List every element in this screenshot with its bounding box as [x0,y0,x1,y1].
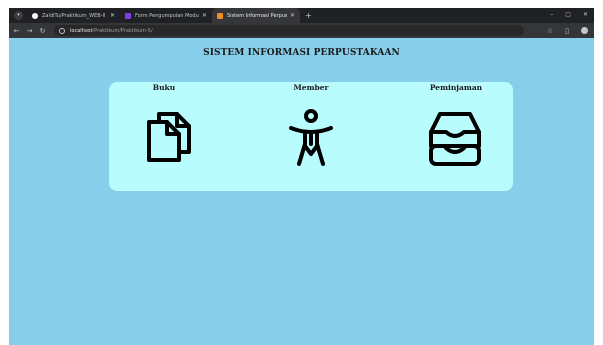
site-info-icon[interactable] [59,27,65,34]
window-controls: – ▢ ✕ [550,11,588,18]
page-viewport: SISTEM INFORMASI PERPUSTAKAAN Buku Membe… [9,38,594,345]
github-icon [32,12,38,19]
menu-item-member[interactable]: Member [256,82,366,191]
form-icon [125,12,131,19]
close-icon[interactable]: ✕ [110,12,115,19]
browser-toolbar: ← → ↻ localhost /Praktikum/Praktikum-5/ … [9,23,594,38]
site-icon [217,12,223,19]
address-bar[interactable]: localhost /Praktikum/Praktikum-5/ [54,25,524,36]
close-icon[interactable]: ✕ [202,12,207,19]
new-tab-button[interactable]: + [305,11,312,20]
reload-icon[interactable]: ↻ [37,27,48,35]
person-icon [289,109,333,166]
forward-arrow-icon[interactable]: → [24,27,35,35]
tab-title: ZaldiTu/Praktikum_WEB-II [42,12,106,19]
tab-form[interactable]: Form Pengumpulan Modul 5 (P... ✕ [120,8,212,23]
tab-title: Form Pengumpulan Modul 5 (P... [135,12,199,19]
chevron-down-icon: ▾ [17,12,20,18]
close-window-icon[interactable]: ✕ [583,11,588,18]
menu-panel: Buku Member Peminjaman [109,82,513,191]
address-host: localhost [70,27,93,34]
inbox-tray-icon [429,112,481,166]
minimize-icon[interactable]: – [550,11,553,18]
menu-item-buku[interactable]: Buku [109,82,219,191]
tab-search-button[interactable]: ▾ [14,11,23,20]
profile-avatar[interactable] [581,27,588,34]
extensions-icon[interactable]: ▯ [565,27,569,35]
tab-github[interactable]: ZaldiTu/Praktikum_WEB-II ✕ [27,8,120,23]
documents-icon [147,112,191,162]
address-path: /Praktikum/Praktikum-5/ [92,27,153,34]
page-title: SISTEM INFORMASI PERPUSTAKAAN [203,48,400,58]
browser-window: ▾ ZaldiTu/Praktikum_WEB-II ✕ Form Pengum… [9,8,594,345]
toolbar-actions: ☆ ▯ [547,27,588,35]
tab-active[interactable]: Sistem Informasi Perpustakaan ✕ [212,8,300,23]
menu-item-label: Buku [152,83,176,92]
menu-item-peminjaman[interactable]: Peminjaman [401,82,511,191]
star-icon[interactable]: ☆ [547,27,553,35]
tab-title: Sistem Informasi Perpustakaan [227,12,287,19]
menu-item-label: Member [293,83,329,92]
close-icon[interactable]: ✕ [290,12,295,19]
restore-icon[interactable]: ▢ [565,11,571,18]
menu-item-label: Peminjaman [429,83,483,92]
tab-strip: ▾ ZaldiTu/Praktikum_WEB-II ✕ Form Pengum… [9,8,594,23]
back-arrow-icon[interactable]: ← [11,27,22,35]
